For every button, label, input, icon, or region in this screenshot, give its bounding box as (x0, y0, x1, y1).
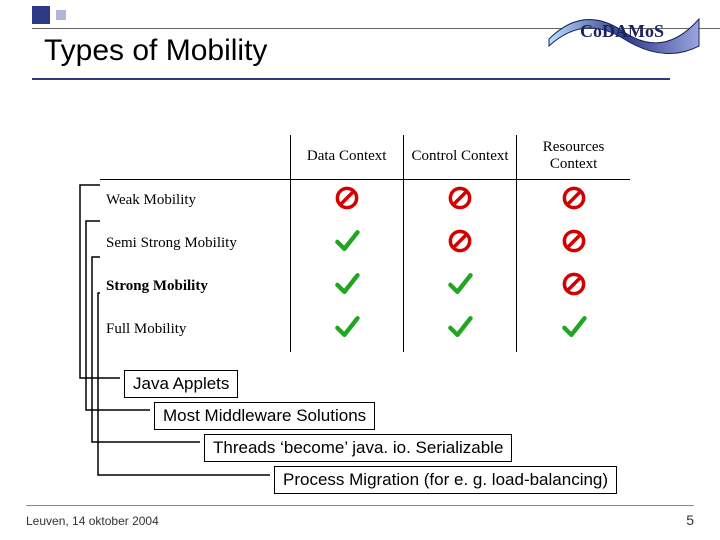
caption-semi-strong: Most Middleware Solutions (154, 402, 375, 430)
caption-weak: Java Applets (124, 370, 238, 398)
row-label: Full Mobility (100, 309, 290, 352)
table-header-row: Data Context Control Context Resources C… (100, 135, 630, 180)
prohibit-icon (517, 266, 630, 309)
footer-page-number: 5 (686, 512, 694, 528)
check-icon (517, 309, 630, 352)
check-icon (403, 309, 516, 352)
slide: CoDAMoS Types of Mobility Data Context C… (0, 0, 720, 540)
prohibit-icon (403, 223, 516, 266)
col-header: Control Context (403, 135, 516, 180)
check-icon (290, 309, 403, 352)
row-label: Semi Strong Mobility (100, 223, 290, 266)
check-icon (403, 266, 516, 309)
page-title: Types of Mobility (44, 34, 658, 68)
title-bar: Types of Mobility (32, 28, 670, 80)
table-row: Strong Mobility (100, 266, 630, 309)
header-bullet-large (32, 6, 50, 24)
table-row: Semi Strong Mobility (100, 223, 630, 266)
footer-rule (26, 505, 694, 506)
col-header: Resources Context (517, 135, 630, 180)
prohibit-icon (403, 180, 516, 224)
prohibit-icon (517, 223, 630, 266)
check-icon (290, 266, 403, 309)
prohibit-icon (290, 180, 403, 224)
table-row: Weak Mobility (100, 180, 630, 224)
footer-location-date: Leuven, 14 oktober 2004 (26, 514, 159, 528)
row-label: Strong Mobility (100, 266, 290, 309)
table-corner (100, 135, 290, 180)
header-bullet-small (56, 10, 66, 20)
col-header: Data Context (290, 135, 403, 180)
row-label: Weak Mobility (100, 180, 290, 224)
table-row: Full Mobility (100, 309, 630, 352)
check-icon (290, 223, 403, 266)
caption-strong: Threads ‘become’ java. io. Serializable (204, 434, 512, 462)
caption-full: Process Migration (for e. g. load-balanc… (274, 466, 617, 494)
mobility-table: Data Context Control Context Resources C… (100, 135, 630, 352)
prohibit-icon (517, 180, 630, 224)
